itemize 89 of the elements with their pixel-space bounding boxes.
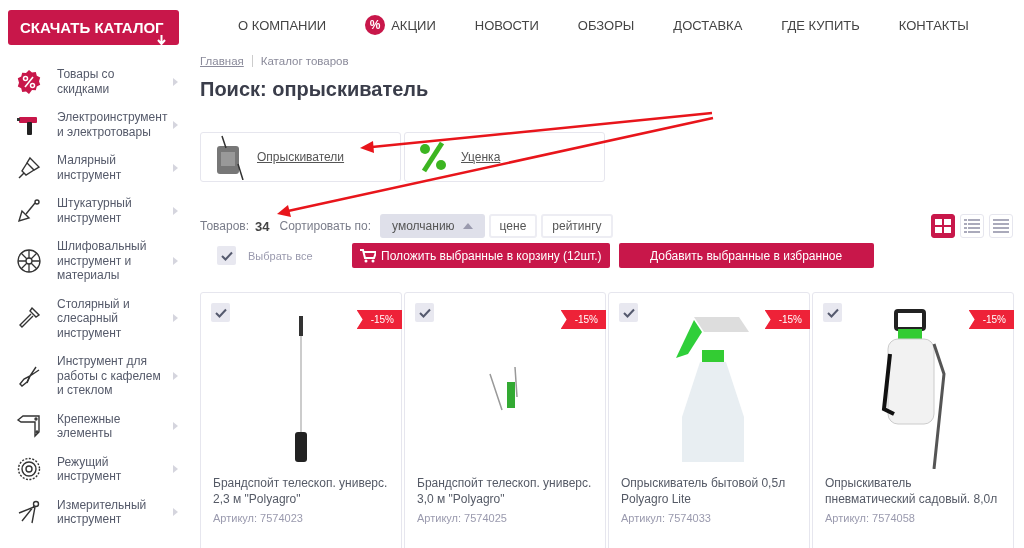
category-tile[interactable]: Уценка <box>404 132 605 182</box>
sidebar-item[interactable]: Крепежные элементы <box>0 404 200 448</box>
category-icon <box>16 499 42 525</box>
sidebar-item[interactable]: Электроинструмент и электротовары <box>0 103 200 146</box>
discount-badge: -15% <box>764 310 810 329</box>
checkbox[interactable] <box>823 303 842 322</box>
sidebar-item-label: Режущий инструмент <box>57 454 123 484</box>
chevron-right-icon <box>173 77 178 86</box>
breadcrumb-current: Каталог товаров <box>260 55 349 67</box>
discount-badge: % <box>365 15 386 35</box>
count-label: Товаров: <box>200 219 250 233</box>
category-icon <box>16 247 42 274</box>
sidebar-item-label: Электроинструмент и электротовары <box>57 110 167 139</box>
grid-view-button[interactable] <box>931 214 955 238</box>
sidebar-item-label: Малярный инструмент <box>57 153 123 182</box>
breadcrumb-link[interactable]: Главная <box>200 55 244 67</box>
chevron-right-icon <box>173 120 178 129</box>
sidebar-item-label: Товары со скидками <box>57 67 116 96</box>
chevron-right-icon <box>173 508 178 516</box>
sidebar-item-label: Инструмент для работы с кафелем и стеклом <box>57 354 162 398</box>
nav-link[interactable]: ГДЕ КУПИТЬ <box>781 15 860 35</box>
sort-ascending-icon <box>462 223 473 229</box>
nav-link-label: АКЦИИ <box>391 17 436 33</box>
page-title: Поиск: опрыскиватель <box>200 77 430 102</box>
nav-link[interactable]: О КОМПАНИИ <box>238 15 327 35</box>
nav-link[interactable]: ОБЗОРЫ <box>577 15 635 35</box>
chevron-right-icon <box>173 206 178 215</box>
product-article: Артикул: 7574058 <box>825 512 916 524</box>
sort-option[interactable]: цене <box>488 214 538 238</box>
product-article: Артикул: 7574033 <box>621 512 712 524</box>
sidebar-item[interactable]: Малярный инструмент <box>0 146 200 189</box>
download-catalog-button[interactable]: СКАЧАТЬ КАТАЛОГ <box>8 10 179 45</box>
checkbox[interactable] <box>415 303 434 322</box>
category-icon <box>16 68 42 95</box>
discount-badge: -15% <box>560 310 606 329</box>
nav-item[interactable]: % АКЦИИ <box>365 15 436 35</box>
sort-label: Сортировать по: <box>279 219 372 233</box>
category-icon <box>16 154 42 181</box>
nav-link[interactable]: КОНТАКТЫ <box>898 15 969 35</box>
check-icon <box>418 307 431 318</box>
check-icon <box>826 307 839 318</box>
category-tile-label: Опрыскиватели <box>257 150 345 164</box>
checkbox[interactable] <box>619 303 638 322</box>
chevron-right-icon <box>173 163 178 172</box>
add-to-favorites-button[interactable]: Добавить выбранные в избранное <box>618 243 874 268</box>
checkbox[interactable] <box>211 303 230 322</box>
sidebar-item[interactable]: Товары со скидками <box>0 60 200 103</box>
sidebar-item[interactable]: Штукатурный инструмент <box>0 189 200 232</box>
check-icon <box>214 307 227 318</box>
product-name[interactable]: Брандспойт телескоп. универс. 2,3 м "Polyagro" <box>213 475 391 507</box>
sidebar-item[interactable]: Измерительный инструмент <box>0 490 200 534</box>
sidebar-item-label: Столярный и слесарный инструмент <box>57 296 131 340</box>
sidebar-item-label: Шлифовальный инструмент и материалы <box>57 239 148 283</box>
checkbox[interactable] <box>217 246 236 265</box>
sidebar-item-label: Измерительный инструмент <box>57 497 148 527</box>
nav-link[interactable]: НОВОСТИ <box>474 15 539 35</box>
discount-badge: -15% <box>356 310 402 329</box>
chevron-right-icon <box>173 256 178 265</box>
discount-badge: -15% <box>968 310 1014 329</box>
select-all-label: Выбрать все <box>248 249 313 262</box>
sort-option[interactable]: рейтингу <box>541 214 613 238</box>
check-icon <box>622 307 635 318</box>
nav-link[interactable]: ДОСТАВКА <box>673 15 743 35</box>
check-icon <box>220 250 233 261</box>
sidebar-item[interactable]: Режущий инструмент <box>0 447 200 491</box>
cart-icon <box>360 248 376 263</box>
download-icon <box>156 35 167 46</box>
add-to-cart-button[interactable]: Положить выбранные в корзину (12шт.) <box>352 243 610 268</box>
sidebar-item-label: Крепежные элементы <box>57 411 122 441</box>
product-name[interactable]: Опрыскиватель пневматический садовый. 8,0л <box>825 475 1003 507</box>
chevron-right-icon <box>173 371 178 380</box>
sidebar-item[interactable]: Инструмент для работы с кафелем и стеклом <box>0 347 200 405</box>
category-icon <box>16 413 42 439</box>
category-icon <box>16 456 42 482</box>
product-name[interactable]: Опрыскиватель бытовой 0,5л Polyagro Lite <box>621 475 799 507</box>
category-icon <box>16 197 42 224</box>
chevron-right-icon <box>173 422 178 430</box>
product-name[interactable]: Брандспойт телескоп. универс. 3,0 м "Polyagro" <box>417 475 595 507</box>
sidebar-item[interactable]: Шлифовальный инструмент и материалы <box>0 232 200 290</box>
sidebar-item-label: Штукатурный инструмент <box>57 196 133 225</box>
category-tile[interactable]: Опрыскиватели <box>200 132 401 182</box>
product-article: Артикул: 7574023 <box>213 512 304 524</box>
chevron-right-icon <box>173 314 178 323</box>
product-article: Артикул: 7574025 <box>417 512 508 524</box>
category-tile-label: Уценка <box>461 150 501 164</box>
product-count: 34 <box>255 218 270 234</box>
chevron-right-icon <box>173 465 178 473</box>
sidebar-item[interactable]: Столярный и слесарный инструмент <box>0 289 200 347</box>
sort-option[interactable]: умолчанию <box>380 214 485 238</box>
